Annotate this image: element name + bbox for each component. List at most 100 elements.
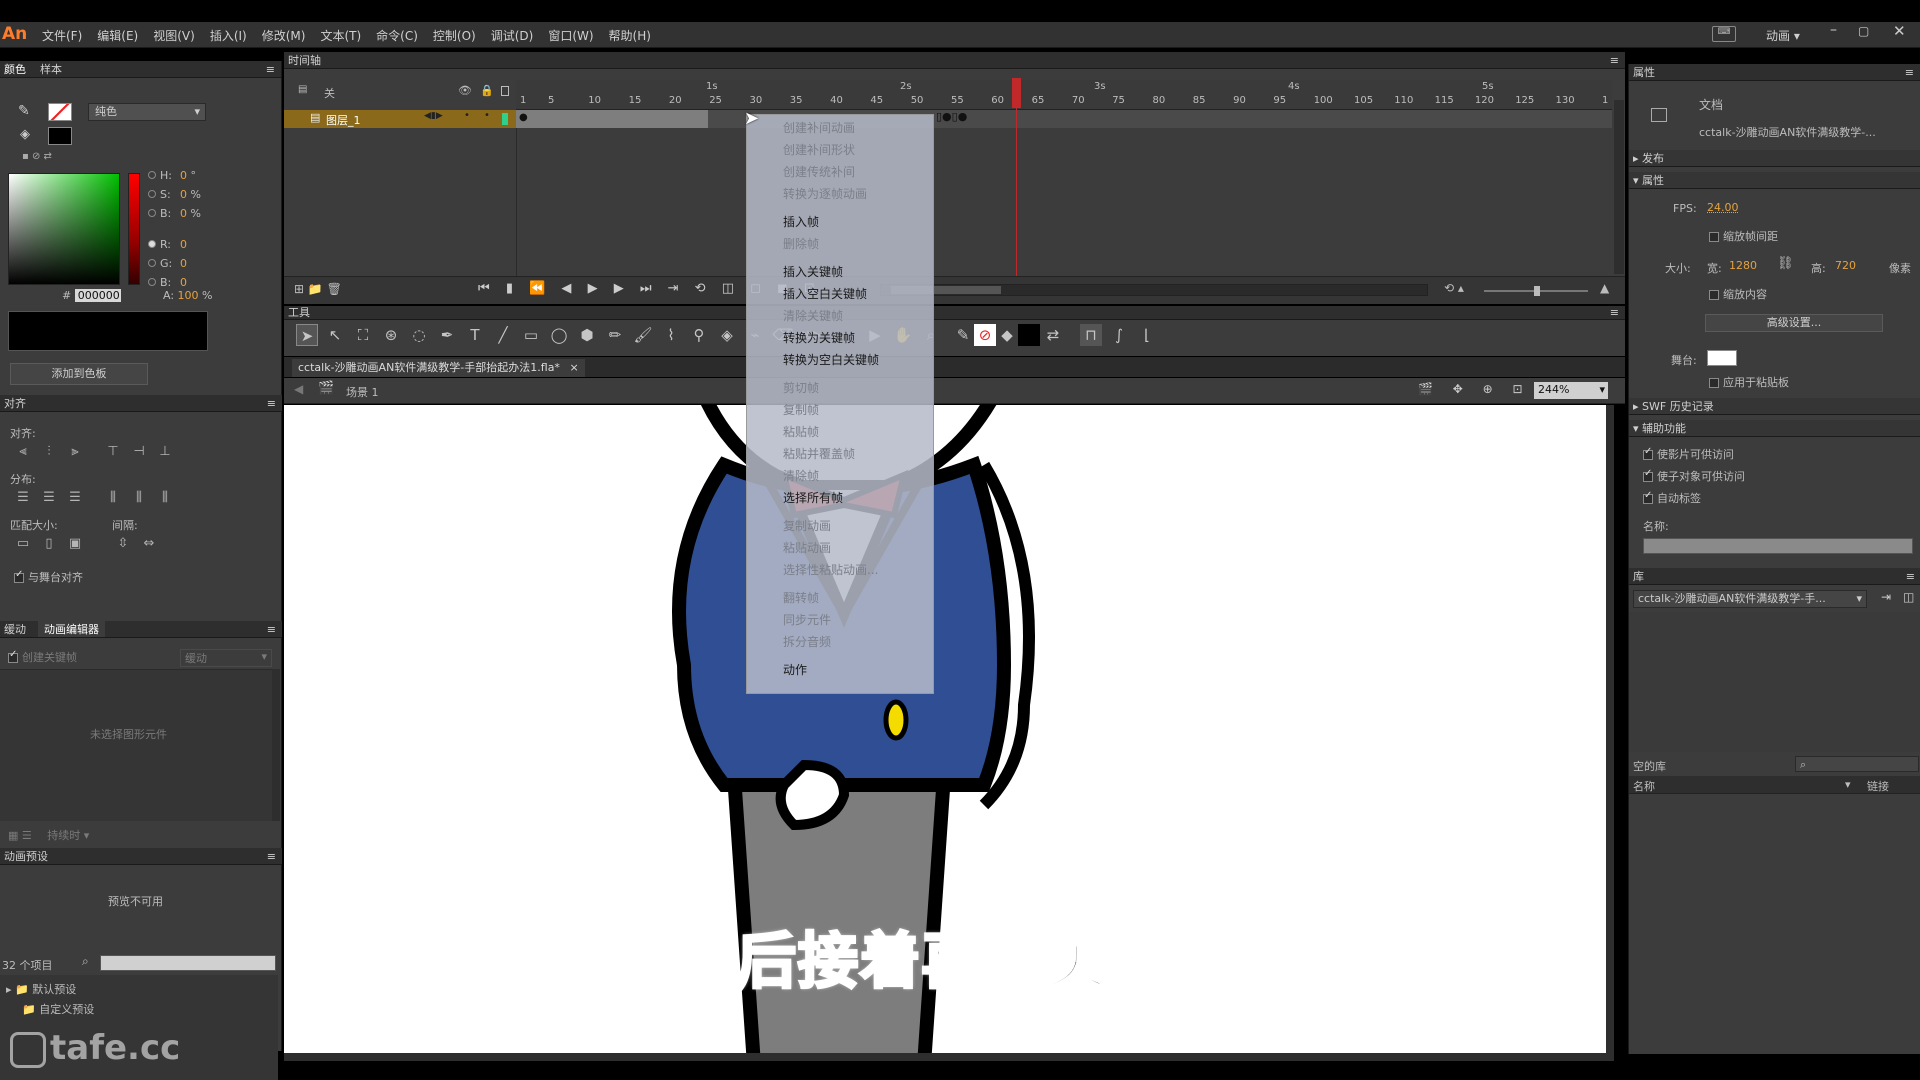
close-button[interactable]: ✕ bbox=[1893, 22, 1906, 40]
fill-type-select[interactable]: 纯色 ▾ bbox=[88, 103, 206, 121]
library-doc-select[interactable]: cctalk-沙雕动画AN软件满级教学-手... ▾ bbox=[1633, 590, 1867, 608]
accessibility-option[interactable]: 自动标签 bbox=[1643, 490, 1745, 512]
minimize-button[interactable]: – bbox=[1830, 22, 1837, 38]
frame-ruler[interactable]: 1s 2s 3s 4s 5s 1 5 10 15 20 25 30 35 40 45 50 55 60 65 70 7… bbox=[516, 80, 1612, 110]
apply-paste-option[interactable]: 应用于粘贴板 bbox=[1709, 374, 1789, 390]
color-picker-field[interactable] bbox=[8, 173, 120, 285]
library-col-link[interactable]: 链接 bbox=[1867, 778, 1889, 794]
snap-icon[interactable]: ⊓ bbox=[1080, 324, 1102, 346]
3d-rotation-tool-icon[interactable]: ⊛ bbox=[380, 324, 402, 346]
preset-folder-default[interactable]: ▸ 📁 默认预设 bbox=[6, 981, 76, 997]
smooth-icon[interactable]: ∫ bbox=[1108, 324, 1130, 346]
text-tool-icon[interactable]: T bbox=[464, 324, 486, 346]
rectangle-tool-icon[interactable]: ▭ bbox=[520, 324, 542, 346]
publish-section[interactable]: ▸ 发布 bbox=[1629, 150, 1920, 167]
context-menu-item[interactable]: 插入空白关键帧 bbox=[747, 283, 933, 305]
stage-color-swatch[interactable] bbox=[1707, 350, 1737, 366]
width-value[interactable]: 1280 bbox=[1729, 259, 1757, 272]
accessibility-checkbox[interactable] bbox=[1643, 490, 1653, 504]
align-right-icon[interactable]: ⫸ bbox=[66, 443, 84, 461]
rgb-row[interactable]: R: 0 bbox=[148, 238, 228, 257]
fill-color-icon[interactable]: ◆ bbox=[996, 324, 1018, 346]
properties-section[interactable]: ▾ 属性 bbox=[1629, 172, 1920, 189]
align-middle-v-icon[interactable]: ⊣ bbox=[130, 443, 148, 461]
grid-icon[interactable]: ▦ ☰ bbox=[8, 829, 32, 842]
menu-item[interactable]: 修改(M) bbox=[262, 27, 306, 44]
straighten-icon[interactable]: ⌊ bbox=[1136, 324, 1158, 346]
ease-select[interactable]: 缓动 ▾ bbox=[180, 649, 272, 667]
hue-slider[interactable] bbox=[128, 173, 140, 285]
library-col-name[interactable]: 名称 bbox=[1633, 778, 1655, 794]
swap-colors-icon[interactable]: ▪ ⊘ ⇄ bbox=[22, 151, 52, 162]
stage-align-option[interactable]: 与舞台对齐 bbox=[14, 569, 83, 585]
edit-scene-icon[interactable]: 🎬 ✥ ⊕ ⊡ bbox=[1418, 382, 1531, 396]
menu-item[interactable]: 窗口(W) bbox=[548, 27, 593, 44]
preset-search-input[interactable] bbox=[100, 955, 276, 971]
tab-ease[interactable]: 缓动 bbox=[4, 621, 26, 637]
stroke-swatch-icon[interactable]: ⊘ bbox=[974, 324, 996, 346]
alpha-value[interactable]: 100 bbox=[178, 289, 199, 302]
outline-icon[interactable] bbox=[501, 86, 509, 96]
new-library-panel-icon[interactable]: ◫ bbox=[1903, 590, 1914, 604]
menu-item[interactable]: 调试(D) bbox=[491, 27, 534, 44]
context-menu-item[interactable]: 插入关键帧 bbox=[747, 261, 933, 283]
playhead[interactable] bbox=[1012, 78, 1021, 278]
timeline-zoom-slider[interactable] bbox=[1484, 286, 1588, 296]
accessibility-checkbox[interactable] bbox=[1643, 446, 1653, 460]
tab-color[interactable]: 颜色 bbox=[4, 61, 26, 77]
brush-tool-icon[interactable]: 🖌 bbox=[632, 324, 654, 346]
hex-input[interactable]: 000000 bbox=[74, 289, 121, 302]
show-hide-icon[interactable]: 👁 bbox=[458, 84, 472, 97]
advanced-settings-button[interactable]: 高级设置... bbox=[1705, 314, 1883, 332]
stage-vscroll[interactable] bbox=[1606, 405, 1614, 1053]
distribute-hcenter-icon[interactable]: ⫼ bbox=[130, 489, 148, 507]
stage-align-checkbox[interactable] bbox=[14, 569, 24, 583]
zoom-timeline-icon[interactable]: ⟲ ▴ bbox=[1444, 281, 1464, 295]
stage-hscroll[interactable] bbox=[284, 1053, 1614, 1061]
scale-span-option[interactable]: 缩放帧间距 bbox=[1709, 228, 1778, 244]
polystar-tool-icon[interactable]: ⬢ bbox=[576, 324, 598, 346]
hsb-row[interactable]: B: 0 % bbox=[148, 207, 228, 226]
align-left-icon[interactable]: ⫷ bbox=[14, 443, 32, 461]
match-both-icon[interactable]: ▣ bbox=[66, 535, 84, 553]
scale-content-option[interactable]: 缩放内容 bbox=[1709, 286, 1767, 302]
distribute-left-icon[interactable]: ⫼ bbox=[104, 489, 122, 507]
context-menu-item[interactable]: 转换为关键帧 bbox=[747, 327, 933, 349]
swap-colors-icon[interactable]: ⇄ bbox=[1042, 324, 1064, 346]
tab-motion-editor[interactable]: 动画编辑器 bbox=[38, 621, 105, 637]
distribute-bottom-icon[interactable]: ☰ bbox=[66, 489, 84, 507]
menu-item[interactable]: 视图(V) bbox=[153, 27, 195, 44]
keyboard-icon[interactable]: ⌨ bbox=[1712, 26, 1736, 42]
accessibility-option[interactable]: 使子对象可供访问 bbox=[1643, 468, 1745, 490]
accessibility-option[interactable]: 使影片可供访问 bbox=[1643, 446, 1745, 468]
stroke-swatch[interactable] bbox=[48, 103, 72, 121]
library-search-input[interactable]: ⌕ bbox=[1795, 756, 1919, 772]
frame-track[interactable]: ● ▯●▯● bbox=[516, 110, 1612, 128]
back-arrow-icon[interactable]: ◀ bbox=[294, 382, 303, 396]
menu-item[interactable]: 插入(I) bbox=[210, 27, 247, 44]
add-swatch-button[interactable]: 添加到色板 bbox=[10, 363, 148, 385]
document-tab[interactable]: cctalk-沙雕动画AN软件满级教学-手部抬起办法1.fla* × bbox=[292, 359, 585, 377]
menu-item[interactable]: 文本(T) bbox=[320, 27, 361, 44]
timeline-hscroll[interactable] bbox=[880, 284, 1428, 296]
timeline-vscroll[interactable] bbox=[1614, 100, 1624, 274]
preset-search-icon[interactable]: ⌕ bbox=[82, 954, 89, 969]
zoom-select[interactable]: 244% ▾ bbox=[1534, 382, 1608, 399]
pin-library-icon[interactable]: ⇥ bbox=[1881, 590, 1891, 604]
match-height-icon[interactable]: ▯ bbox=[40, 535, 58, 553]
stroke-color-icon[interactable]: ✎ bbox=[18, 103, 30, 119]
accessibility-name-input[interactable] bbox=[1643, 538, 1913, 554]
swf-history-section[interactable]: ▸ SWF 历史记录 bbox=[1629, 398, 1920, 415]
free-transform-tool-icon[interactable]: ⛶ bbox=[352, 324, 374, 346]
menu-item[interactable]: 帮助(H) bbox=[609, 27, 651, 44]
scale-content-checkbox[interactable] bbox=[1709, 290, 1719, 300]
align-bottom-icon[interactable]: ⊥ bbox=[156, 443, 174, 461]
tab-swatches[interactable]: 样本 bbox=[40, 61, 62, 77]
oval-tool-icon[interactable]: ◯ bbox=[548, 324, 570, 346]
layer-row[interactable]: ▤ 图层_1 ◀▮▶ • • bbox=[284, 110, 516, 128]
panel-menu-icon[interactable]: ≡ bbox=[266, 61, 275, 77]
close-tab-icon[interactable]: × bbox=[569, 361, 578, 374]
create-keyframe-option[interactable]: 创建关键帧 bbox=[8, 649, 77, 665]
fps-value[interactable]: 24.00 bbox=[1707, 201, 1739, 214]
lock-icon[interactable]: 🔒 bbox=[480, 84, 494, 97]
